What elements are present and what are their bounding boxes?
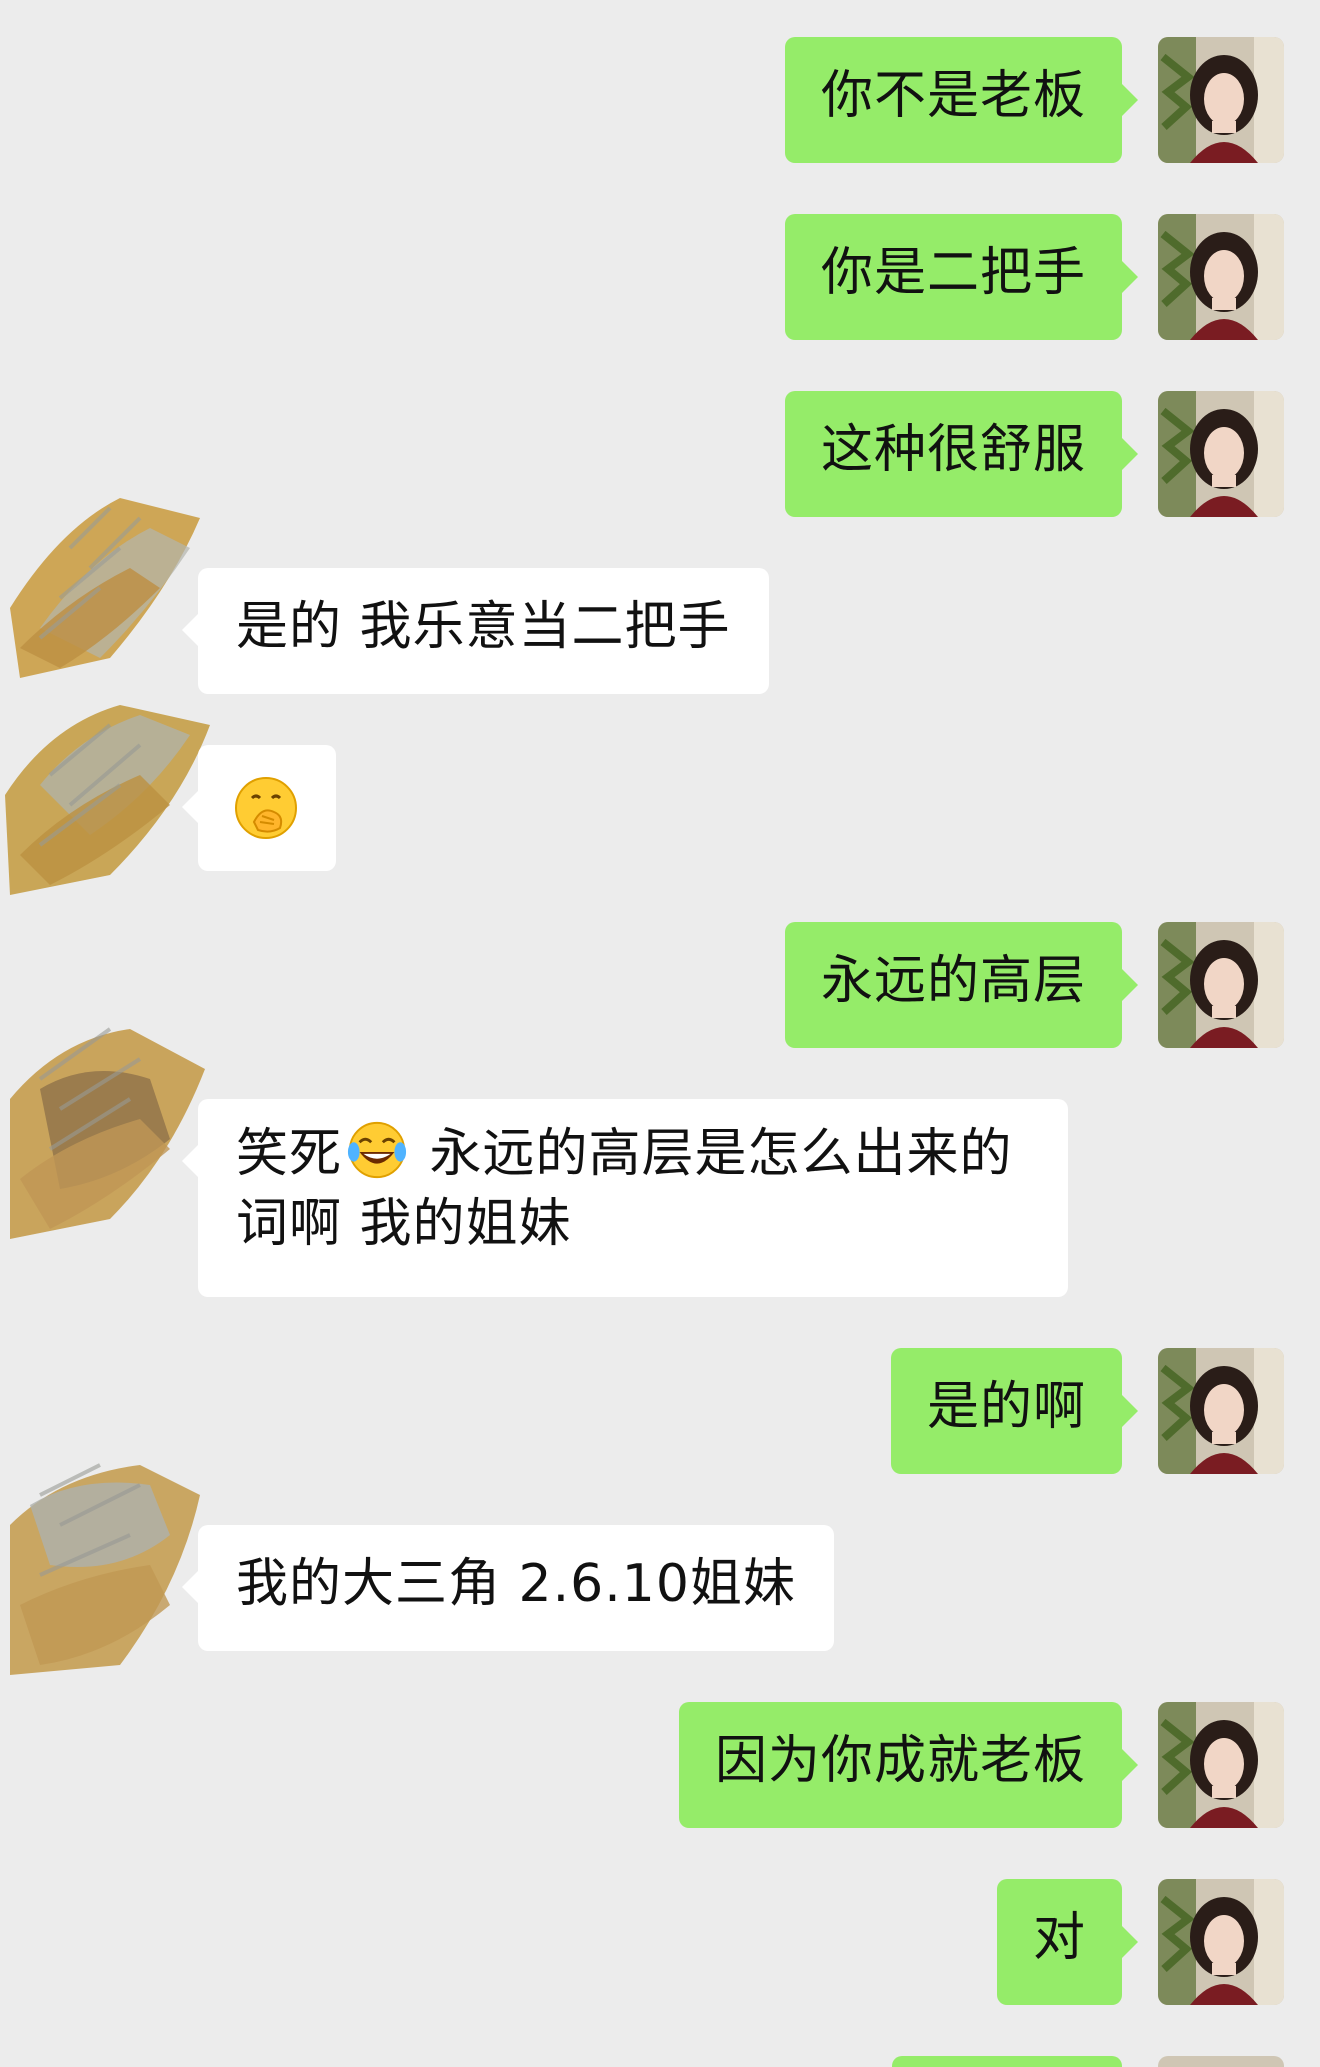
message-bubble-outgoing[interactable]: 因为你成就老板	[678, 1702, 1139, 1828]
message-bubble-outgoing[interactable]: 永远的高层	[784, 922, 1139, 1048]
message-row-incoming: 是的 我乐意当二把手	[0, 498, 1320, 694]
message-row-outgoing: 你是二把手	[0, 214, 1320, 340]
message-row-incoming: 笑死 永远的高层是怎么出来的词啊 我的姐妹	[0, 1027, 1320, 1297]
message-bubble-outgoing[interactable]	[892, 2056, 1122, 2067]
message-text: 永远的高层	[820, 951, 1086, 1011]
message-row-incoming: 我的大三角 2.6.10姐妹	[0, 1463, 1320, 1675]
message-bubble-incoming[interactable]: 笑死 永远的高层是怎么出来的词啊 我的姐妹	[182, 1099, 1068, 1297]
message-bubble-outgoing[interactable]: 是的啊	[890, 1348, 1139, 1474]
self-avatar[interactable]	[1158, 1702, 1284, 1828]
self-avatar[interactable]	[1158, 1879, 1284, 2005]
self-avatar[interactable]	[1158, 391, 1284, 517]
contact-avatar-obscured[interactable]	[0, 685, 215, 895]
contact-avatar-obscured[interactable]	[0, 1455, 215, 1675]
message-bubble-incoming[interactable]	[182, 745, 336, 871]
message-row-outgoing: 因为你成就老板	[0, 1702, 1320, 1828]
self-avatar[interactable]	[1158, 1348, 1284, 1474]
message-row-outgoing-partial	[0, 2056, 1320, 2067]
message-row-outgoing: 对	[0, 1879, 1320, 2005]
message-bubble-outgoing[interactable]: 你是二把手	[784, 214, 1139, 340]
message-text: 因为你成就老板	[714, 1731, 1086, 1791]
self-avatar[interactable]	[1158, 922, 1284, 1048]
message-row-incoming	[0, 705, 1320, 895]
message-text: 是的 我乐意当二把手	[236, 597, 731, 657]
self-avatar[interactable]	[1158, 2056, 1284, 2067]
message-text: 笑死	[236, 1124, 343, 1184]
message-text: 你是二把手	[820, 243, 1086, 303]
self-avatar[interactable]	[1158, 37, 1284, 163]
message-bubble-outgoing[interactable]: 你不是老板	[784, 37, 1139, 163]
message-bubble-incoming[interactable]: 我的大三角 2.6.10姐妹	[182, 1525, 834, 1651]
contact-avatar-obscured[interactable]	[0, 488, 215, 688]
message-bubble-incoming[interactable]: 是的 我乐意当二把手	[182, 568, 769, 694]
chat-history[interactable]: 你不是老板 你是二把手 这种很舒服 是的 我乐意当二把手 永远的高层 笑死 永远…	[0, 0, 1320, 2067]
message-bubble-outgoing[interactable]: 这种很舒服	[784, 391, 1139, 517]
message-text: 你不是老板	[820, 66, 1086, 126]
message-text: 是的啊	[926, 1377, 1086, 1437]
message-bubble-outgoing[interactable]: 对	[996, 1879, 1139, 2005]
message-row-outgoing: 你不是老板	[0, 37, 1320, 163]
tears-of-joy-emoji	[347, 1121, 407, 1179]
face-with-hand-over-mouth-emoji	[235, 777, 297, 839]
self-avatar[interactable]	[1158, 214, 1284, 340]
message-text: 我的大三角 2.6.10姐妹	[236, 1554, 796, 1614]
message-text: 这种很舒服	[820, 420, 1086, 480]
contact-avatar-obscured[interactable]	[0, 1019, 215, 1239]
message-text: 对	[1032, 1908, 1086, 1968]
